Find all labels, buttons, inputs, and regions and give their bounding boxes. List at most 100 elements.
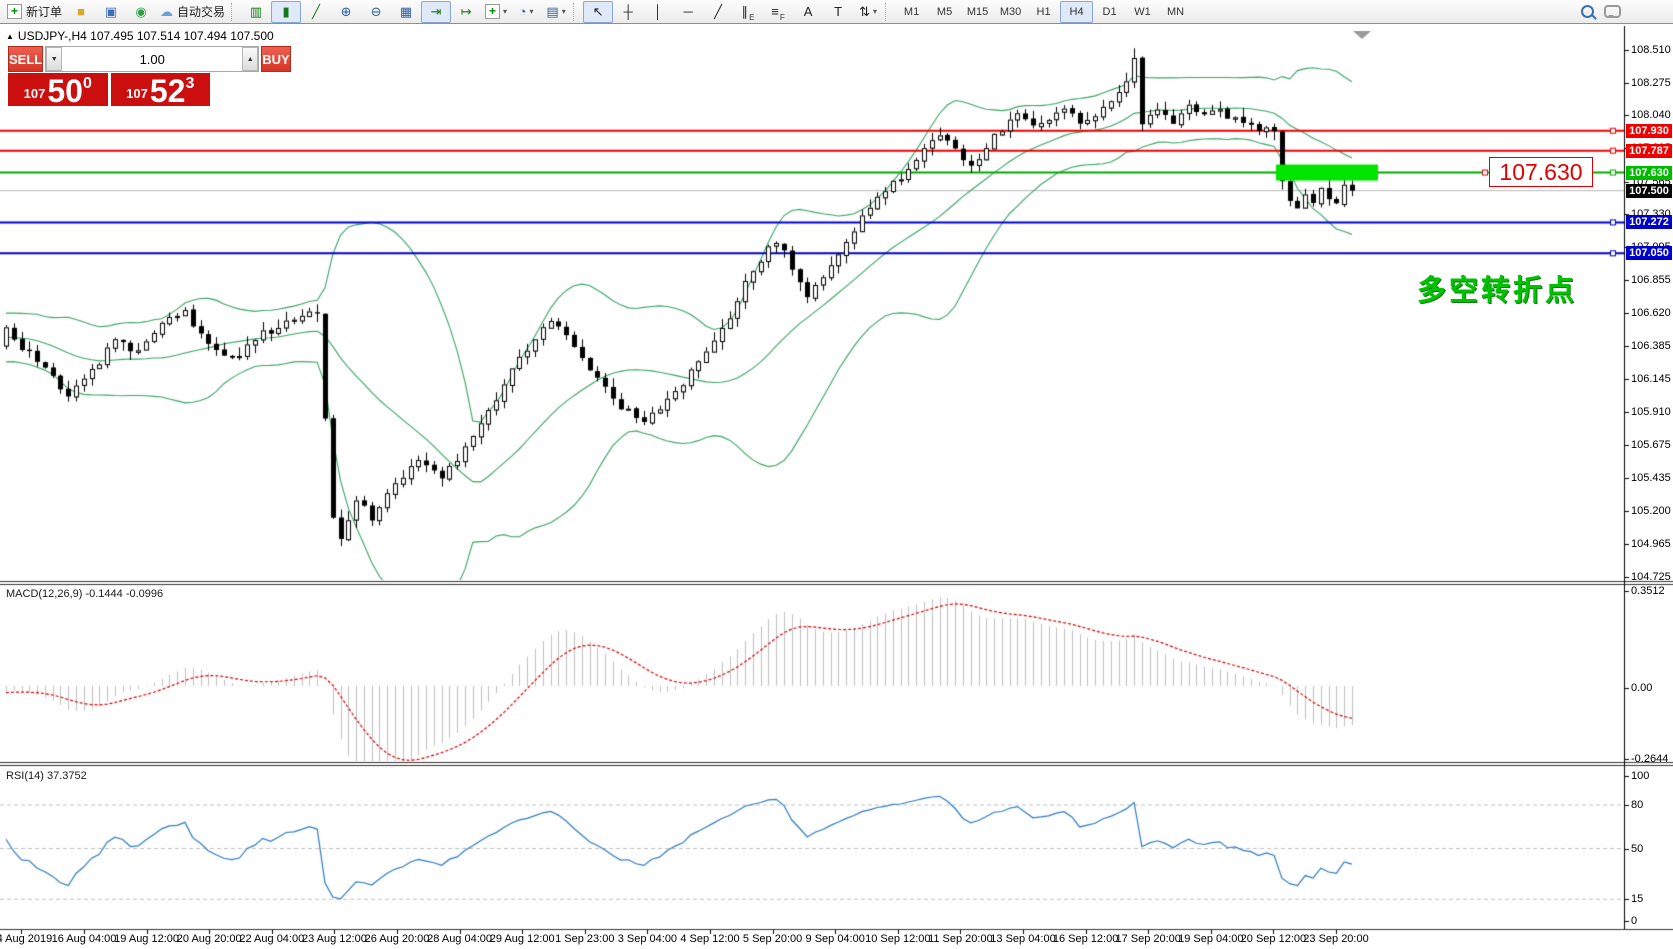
equidistant-channel-icon: ∥ (742, 5, 749, 18)
chevron-down-icon: ▾ (562, 7, 566, 16)
volume-input[interactable] (62, 47, 242, 71)
buy-price-sup: 3 (185, 75, 194, 93)
tf-m5-button[interactable]: M5 (928, 1, 961, 23)
horizontal-line-button[interactable]: ─ (673, 1, 703, 23)
tool-modifier-letter: F (780, 13, 785, 22)
templates-button[interactable]: ▤▾ (541, 1, 571, 23)
arrows-icon: ⇅ (859, 5, 870, 18)
main-toolbar: +新订单■▣◉☁自动交易▥▮╱⊕⊖▦⇥↦+▾◔▾▤▾↖┼│─╱∥E≡FAT⇅▾M… (0, 0, 1673, 24)
chevron-down-icon: ▾ (503, 7, 507, 16)
vertical-line-button[interactable]: │ (643, 1, 673, 23)
zoom-out-icon: ⊖ (371, 5, 382, 18)
crosshair-icon: ┼ (623, 5, 632, 18)
chart-shift-button[interactable]: ↦ (451, 1, 481, 23)
data-window-button[interactable]: ▣ (96, 1, 126, 23)
periods-icon: ◔ (519, 5, 527, 18)
autotrading-button-label: 自动交易 (177, 3, 225, 20)
toolbar-right-icons (1581, 5, 1621, 18)
tf-w1-button[interactable]: W1 (1126, 1, 1159, 23)
sell-price-big: 50 (47, 78, 83, 105)
arrows-button[interactable]: ⇅▾ (853, 1, 883, 23)
chat-icon[interactable] (1604, 5, 1621, 18)
new-order-icon: + (7, 4, 22, 19)
rsi-indicator-label: RSI(14) 37.3752 (6, 770, 87, 782)
buy-button[interactable]: BUY (261, 46, 290, 72)
chart-profiles-icon: ■ (77, 5, 85, 18)
tf-m15-button[interactable]: M15 (961, 1, 994, 23)
turning-point-text[interactable]: 多空转折点 (1417, 267, 1577, 309)
tool-modifier-letter: E (749, 13, 754, 22)
tf-h1-button[interactable]: H1 (1027, 1, 1060, 23)
zoom-in-icon: ⊕ (341, 5, 352, 18)
fibonacci-icon: ≡ (771, 5, 779, 18)
templates-icon: ▤ (546, 5, 558, 18)
new-order-button[interactable]: + 新订单 (3, 1, 66, 23)
trendline-button[interactable]: ╱ (703, 1, 733, 23)
auto-scroll-icon: ⇥ (431, 5, 442, 18)
tf-m1-button[interactable]: M1 (895, 1, 928, 23)
price-chart-canvas[interactable] (0, 25, 1673, 949)
tf-mn-button[interactable]: MN (1159, 1, 1192, 23)
crosshair-button[interactable]: ┼ (613, 1, 643, 23)
tf-d1-button[interactable]: D1 (1093, 1, 1126, 23)
toolbar-separator (885, 3, 892, 21)
tf-m30-button[interactable]: M30 (994, 1, 1027, 23)
search-icon[interactable] (1581, 5, 1594, 18)
line-chart-icon: ╱ (312, 5, 320, 18)
indicators-icon: + (485, 4, 500, 19)
chevron-down-icon: ▾ (529, 7, 533, 16)
auto-scroll-button[interactable]: ⇥ (421, 1, 451, 23)
bar-chart-icon: ▥ (250, 5, 262, 18)
buy-price-big: 52 (150, 78, 186, 105)
tf-h4-button[interactable]: H4 (1060, 1, 1093, 23)
buy-price-prefix: 107 (126, 86, 148, 101)
price-callout-label[interactable]: 107.630 (1489, 157, 1593, 187)
indicators-button[interactable]: +▾ (481, 1, 511, 23)
text-button[interactable]: A (793, 1, 823, 23)
trendline-icon: ╱ (714, 5, 722, 18)
mt4-terminal: +新订单■▣◉☁自动交易▥▮╱⊕⊖▦⇥↦+▾◔▾▤▾↖┼│─╱∥E≡FAT⇅▾M… (0, 0, 1673, 949)
tile-windows-button[interactable]: ▦ (391, 1, 421, 23)
text-label-icon: T (834, 5, 842, 18)
horizontal-line-icon: ─ (683, 5, 692, 18)
sell-price-prefix: 107 (24, 86, 46, 101)
candlestick-chart-button[interactable]: ▮ (271, 1, 301, 23)
tile-windows-icon: ▦ (400, 5, 412, 18)
sell-button[interactable]: SELL (8, 46, 43, 72)
macd-indicator-label: MACD(12,26,9) -0.1444 -0.0996 (6, 588, 163, 600)
volume-increase-button[interactable]: ▲ (242, 47, 258, 71)
zoom-out-button[interactable]: ⊖ (361, 1, 391, 23)
new-order-button-label: 新订单 (26, 3, 62, 20)
cursor-icon: ↖ (593, 5, 604, 18)
equidistant-channel-button[interactable]: ∥E (733, 1, 763, 23)
periods-button[interactable]: ◔▾ (511, 1, 541, 23)
fibonacci-button[interactable]: ≡F (763, 1, 793, 23)
sell-price-panel[interactable]: 107500 (8, 73, 108, 106)
text-label-button[interactable]: T (823, 1, 853, 23)
chevron-down-icon: ▾ (873, 7, 877, 16)
zoom-in-button[interactable]: ⊕ (331, 1, 361, 23)
navigator-icon: ◉ (135, 5, 146, 18)
autotrading-icon: ☁ (160, 5, 173, 18)
volume-decrease-button[interactable]: ▼ (46, 47, 62, 71)
toolbar-separator (231, 3, 238, 21)
line-chart-button[interactable]: ╱ (301, 1, 331, 23)
autotrading-button[interactable]: ☁ 自动交易 (156, 1, 229, 23)
chart-title: ▲ USDJPY-,H4 107.495 107.514 107.494 107.… (6, 29, 274, 43)
volume-stepper: ▼ ▲ (45, 46, 259, 72)
collapse-arrow-icon[interactable]: ▲ (6, 32, 14, 41)
data-window-icon: ▣ (105, 5, 117, 18)
chart-window: ▲ USDJPY-,H4 107.495 107.514 107.494 107.… (0, 25, 1673, 949)
bar-chart-button[interactable]: ▥ (241, 1, 271, 23)
chart-profiles-button[interactable]: ■ (66, 1, 96, 23)
buy-price-panel[interactable]: 107523 (111, 73, 211, 106)
chart-shift-icon: ↦ (461, 5, 472, 18)
vertical-line-icon: │ (654, 5, 662, 18)
candlestick-chart-icon: ▮ (282, 5, 289, 18)
text-icon: A (804, 5, 813, 18)
navigator-button[interactable]: ◉ (126, 1, 156, 23)
chart-title-text: USDJPY-,H4 107.495 107.514 107.494 107.5… (18, 29, 274, 43)
cursor-button[interactable]: ↖ (583, 1, 613, 23)
sell-price-sup: 0 (83, 75, 92, 93)
one-click-trading-panel: SELL ▼ ▲ BUY 107500 107523 (8, 46, 210, 106)
